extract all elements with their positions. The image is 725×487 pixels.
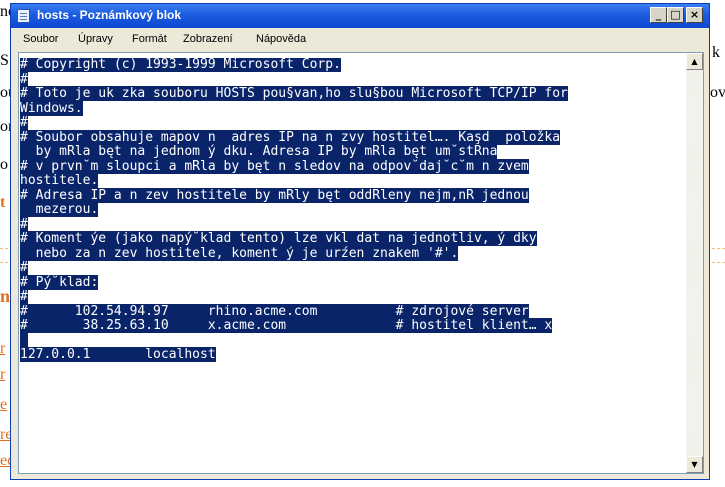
selected-text: # Pý˘klad: bbox=[20, 274, 99, 290]
text-line: # bbox=[20, 216, 686, 233]
selected-text bbox=[20, 332, 28, 348]
minimize-button[interactable]: _ bbox=[650, 7, 667, 23]
scroll-down-button[interactable]: ▼ bbox=[686, 456, 703, 473]
text-line: # Pý˘klad: bbox=[20, 274, 686, 291]
text-line: # Adresa IP a n zev hostitele by mRly bę… bbox=[20, 187, 686, 204]
selected-text: # Adresa IP a n zev hostitele by mRly bę… bbox=[20, 187, 529, 203]
text-line: 127.0.0.1 localhost bbox=[20, 347, 686, 363]
bg-link[interactable]: r bbox=[0, 366, 5, 384]
text-line: # v prvn˘m sloupci a mRla by bęt n sledo… bbox=[20, 158, 686, 175]
text-line: # Toto je uk zka souboru HOSTS pou§van,h… bbox=[20, 86, 686, 102]
bg-fragment: o bbox=[0, 156, 8, 173]
menu-bar: Soubor Úpravy Formát Zobrazení Nápověda bbox=[11, 28, 709, 52]
close-button[interactable]: × bbox=[686, 7, 703, 23]
menu-upravy[interactable]: Úpravy bbox=[78, 33, 113, 45]
text-line: # 38.25.63.10 x.acme.com # hostitel klie… bbox=[20, 318, 686, 334]
text-line: # bbox=[20, 71, 686, 88]
selected-text: hostitele. bbox=[20, 173, 99, 188]
bg-link[interactable]: e bbox=[0, 396, 7, 414]
bg-link[interactable]: r bbox=[0, 340, 5, 358]
selected-text: # bbox=[20, 216, 28, 232]
selected-text: 127.0.0.1 localhost bbox=[20, 347, 216, 362]
selected-text: by mRla bęt na jednom ý dku. Adresa IP b… bbox=[20, 144, 498, 159]
scroll-up-button[interactable]: ▲ bbox=[686, 53, 703, 70]
selected-text: # bbox=[20, 115, 28, 130]
menu-napoveda[interactable]: Nápověda bbox=[256, 33, 306, 45]
menu-format[interactable]: Formát bbox=[132, 33, 167, 45]
selected-text: # Koment ýe (jako napý˘klad tento) lze v… bbox=[20, 231, 537, 246]
text-line: # Koment ýe (jako napý˘klad tento) lze v… bbox=[20, 231, 686, 247]
window-title: hosts - Poznámkový blok bbox=[37, 8, 182, 22]
text-line: Windows. bbox=[20, 100, 686, 117]
text-line: # bbox=[20, 115, 686, 131]
selected-text: # Copyright (c) 1993-1999 Microsoft Corp… bbox=[20, 58, 341, 72]
selected-text: # bbox=[20, 289, 28, 304]
selected-text: # v prvn˘m sloupci a mRla by bęt n sledo… bbox=[20, 158, 529, 174]
bg-fragment: ov bbox=[710, 84, 725, 101]
selected-text: # bbox=[20, 71, 28, 87]
notepad-window[interactable]: hosts - Poznámkový blok _ □ × Soubor Úpr… bbox=[10, 3, 710, 480]
menu-soubor[interactable]: Soubor bbox=[23, 33, 58, 45]
bg-fragment: k bbox=[712, 44, 720, 61]
selected-text: nebo za n zev hostitele, koment ý je urź… bbox=[20, 245, 459, 261]
bg-fragment: S bbox=[0, 52, 9, 69]
text-content[interactable]: # Copyright (c) 1993-1999 Microsoft Corp… bbox=[20, 58, 686, 468]
notepad-icon[interactable] bbox=[17, 9, 30, 23]
selected-text: Windows. bbox=[20, 100, 83, 116]
selected-text: # bbox=[20, 260, 28, 275]
text-line: # Soubor obsahuje mapov n adres IP na n … bbox=[20, 129, 686, 146]
selected-text: # 38.25.63.10 x.acme.com # hostitel klie… bbox=[20, 318, 553, 333]
text-line: # bbox=[20, 260, 686, 276]
menu-zobrazeni[interactable]: Zobrazení bbox=[183, 33, 233, 45]
selected-text: # Soubor obsahuje mapov n adres IP na n … bbox=[20, 129, 561, 145]
text-line: # Copyright (c) 1993-1999 Microsoft Corp… bbox=[20, 58, 686, 73]
selected-text: # 102.54.94.97 rhino.acme.com # zdrojové… bbox=[20, 303, 529, 319]
bg-fragment: n bbox=[0, 286, 11, 306]
title-bar[interactable]: hosts - Poznámkový blok _ □ × bbox=[11, 4, 709, 28]
text-line bbox=[20, 332, 686, 349]
text-line: hostitele. bbox=[20, 173, 686, 189]
bg-fragment: t bbox=[0, 194, 6, 211]
text-line: mezerou. bbox=[20, 202, 686, 218]
text-editor[interactable]: # Copyright (c) 1993-1999 Microsoft Corp… bbox=[18, 52, 704, 474]
vertical-scrollbar[interactable]: ▲ ▼ bbox=[686, 53, 703, 473]
text-line: nebo za n zev hostitele, koment ý je urź… bbox=[20, 245, 686, 262]
selected-text: # Toto je uk zka souboru HOSTS pou§van,h… bbox=[20, 86, 568, 101]
text-line: # bbox=[20, 289, 686, 305]
text-line: # 102.54.94.97 rhino.acme.com # zdrojové… bbox=[20, 303, 686, 320]
text-line: by mRla bęt na jednom ý dku. Adresa IP b… bbox=[20, 144, 686, 160]
selected-text: mezerou. bbox=[20, 202, 99, 217]
maximize-button[interactable]: □ bbox=[667, 7, 684, 23]
